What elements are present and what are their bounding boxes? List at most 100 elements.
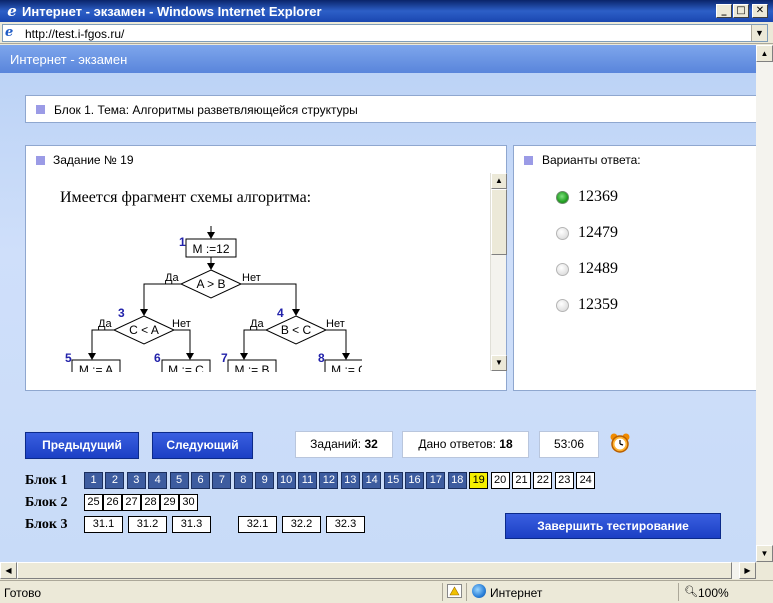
scroll-down-icon[interactable]: ▼ bbox=[756, 545, 773, 562]
radio-button[interactable] bbox=[556, 263, 569, 276]
scroll-up-icon[interactable]: ▲ bbox=[756, 45, 773, 62]
question-cell-22[interactable]: 22 bbox=[533, 472, 553, 489]
answer-text: 12369 bbox=[578, 188, 618, 205]
node-5-text: M := A bbox=[79, 363, 113, 372]
horizontal-scroll-thumb[interactable] bbox=[17, 562, 732, 579]
scroll-up-icon[interactable]: ▲ bbox=[491, 173, 507, 189]
maximize-button[interactable]: □ bbox=[733, 4, 749, 18]
address-dropdown-icon[interactable]: ▼ bbox=[751, 25, 767, 41]
question-cell-32.3[interactable]: 32.3 bbox=[326, 516, 365, 533]
question-cell-12[interactable]: 12 bbox=[319, 472, 339, 489]
finish-test-button[interactable]: Завершить тестирование bbox=[505, 513, 721, 539]
question-cell-24[interactable]: 24 bbox=[576, 472, 596, 489]
question-cell-13[interactable]: 13 bbox=[340, 472, 360, 489]
previous-button[interactable]: Предыдущий bbox=[25, 432, 139, 459]
radio-button[interactable] bbox=[556, 227, 569, 240]
question-cell-7[interactable]: 7 bbox=[212, 472, 232, 489]
question-cell-1[interactable]: 1 bbox=[84, 472, 103, 489]
node-7-text: M := B bbox=[234, 363, 269, 372]
question-cell-8[interactable]: 8 bbox=[233, 472, 253, 489]
flowchart-diagram: 1 M :=12 A > B Да Нет 3 C < A Да Нет 4 B… bbox=[65, 226, 362, 372]
node-3-number: 3 bbox=[118, 306, 125, 320]
security-warning-icon[interactable] bbox=[447, 584, 462, 598]
status-text: Готово bbox=[4, 586, 42, 600]
question-cell-5[interactable]: 5 bbox=[169, 472, 189, 489]
question-cell-26[interactable]: 26 bbox=[103, 494, 122, 511]
answer-text: 12479 bbox=[578, 224, 618, 241]
node-1-number: 1 bbox=[179, 235, 186, 249]
minimize-button[interactable]: _ bbox=[716, 4, 732, 18]
block-3-label: Блок 3 bbox=[25, 517, 68, 532]
radio-button[interactable] bbox=[556, 299, 569, 312]
question-cell-3[interactable]: 3 bbox=[126, 472, 146, 489]
flow-arrow bbox=[241, 283, 297, 314]
page-content: Интернет - экзамен Блок 1. Тема: Алгорит… bbox=[0, 45, 756, 562]
horizontal-scrollbar[interactable]: ◀ ▶ bbox=[0, 562, 756, 579]
arrow-head bbox=[88, 353, 96, 360]
question-cell-31.2[interactable]: 31.2 bbox=[128, 516, 167, 533]
arrow-head bbox=[292, 309, 300, 316]
question-cell-15[interactable]: 15 bbox=[383, 472, 403, 489]
arrow-head bbox=[207, 232, 215, 239]
internet-zone-icon bbox=[472, 584, 486, 598]
question-cell-31.1[interactable]: 31.1 bbox=[84, 516, 123, 533]
arrow-head bbox=[186, 353, 194, 360]
next-button[interactable]: Следующий bbox=[152, 432, 253, 459]
flow-arrow bbox=[143, 283, 181, 314]
question-cell-18[interactable]: 18 bbox=[447, 472, 467, 489]
task-number: Задание № 19 bbox=[53, 153, 134, 167]
question-cell-11[interactable]: 11 bbox=[298, 472, 317, 489]
arrow-head bbox=[342, 353, 350, 360]
question-cell-16[interactable]: 16 bbox=[405, 472, 424, 489]
node-1-text: M :=12 bbox=[192, 242, 229, 256]
status-divider bbox=[466, 583, 467, 601]
question-cell-2[interactable]: 2 bbox=[105, 472, 125, 489]
question-cell-21[interactable]: 21 bbox=[512, 472, 531, 489]
bullet-icon bbox=[36, 105, 45, 114]
question-cell-29[interactable]: 29 bbox=[160, 494, 179, 511]
question-cell-28[interactable]: 28 bbox=[141, 494, 160, 511]
question-cell-14[interactable]: 14 bbox=[362, 472, 382, 489]
status-divider bbox=[678, 583, 679, 601]
tasks-count: Заданий: 32 bbox=[295, 431, 393, 458]
scroll-down-icon[interactable]: ▼ bbox=[491, 355, 507, 371]
question-cell-30[interactable]: 30 bbox=[179, 494, 198, 511]
answered-label: Дано ответов: bbox=[418, 437, 496, 451]
bullet-icon bbox=[524, 156, 533, 165]
scroll-right-icon[interactable]: ▶ bbox=[739, 562, 756, 579]
question-cell-23[interactable]: 23 bbox=[554, 472, 574, 489]
question-cell-6[interactable]: 6 bbox=[191, 472, 210, 489]
question-cell-20[interactable]: 20 bbox=[490, 472, 510, 489]
address-url[interactable]: http://test.i-fgos.ru/ bbox=[25, 27, 124, 41]
task-panel: Задание № 19 Имеется фрагмент схемы алго… bbox=[25, 145, 507, 391]
question-cell-19[interactable]: 19 bbox=[469, 472, 489, 489]
zoom-level[interactable]: 100% bbox=[698, 586, 729, 600]
question-cell-27[interactable]: 27 bbox=[122, 494, 141, 511]
window-scrollbar[interactable]: ▲ ▼ bbox=[756, 45, 773, 562]
question-cell-32.1[interactable]: 32.1 bbox=[238, 516, 277, 533]
question-cell-10[interactable]: 10 bbox=[276, 472, 296, 489]
zoom-icon[interactable]: 🔍︎ bbox=[684, 585, 698, 598]
node-6-text: M := C bbox=[168, 363, 204, 372]
node-4-no: Нет bbox=[326, 318, 345, 330]
question-cell-4[interactable]: 4 bbox=[148, 472, 168, 489]
address-field[interactable]: e http://test.i-fgos.ru/ ▼ bbox=[2, 24, 768, 42]
node-4-number: 4 bbox=[277, 306, 284, 320]
node-2-yes: Да bbox=[165, 272, 179, 284]
alarm-clock-icon bbox=[610, 433, 630, 453]
task-scrollbar[interactable]: ▲ ▼ bbox=[490, 173, 507, 371]
node-3-yes: Да bbox=[98, 318, 112, 330]
answers-panel: Варианты ответа: 12369 12479 12489 12359 bbox=[513, 145, 756, 391]
question-cell-17[interactable]: 17 bbox=[426, 472, 446, 489]
tasks-value: 32 bbox=[364, 437, 378, 451]
scroll-thumb[interactable] bbox=[491, 189, 507, 255]
node-7-number: 7 bbox=[221, 351, 228, 365]
answer-text: 12489 bbox=[578, 260, 618, 277]
question-cell-9[interactable]: 9 bbox=[255, 472, 275, 489]
scroll-left-icon[interactable]: ◀ bbox=[0, 562, 17, 579]
radio-button-selected[interactable] bbox=[556, 191, 569, 204]
close-button[interactable]: ✕ bbox=[752, 4, 768, 18]
question-cell-32.2[interactable]: 32.2 bbox=[282, 516, 321, 533]
question-cell-31.3[interactable]: 31.3 bbox=[172, 516, 211, 533]
question-cell-25[interactable]: 25 bbox=[84, 494, 103, 511]
